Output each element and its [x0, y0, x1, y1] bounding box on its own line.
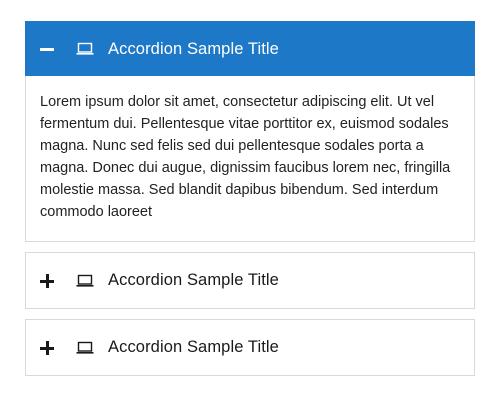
- accordion-header-3[interactable]: Accordion Sample Title: [26, 320, 474, 375]
- accordion-body-1: Lorem ipsum dolor sit amet, consectetur …: [25, 76, 475, 242]
- accordion-item-1: Accordion Sample Title Lorem ipsum dolor…: [25, 21, 475, 242]
- accordion-title-2: Accordion Sample Title: [108, 271, 279, 289]
- accordion-item-2: Accordion Sample Title: [25, 252, 475, 309]
- accordion-header-2[interactable]: Accordion Sample Title: [26, 253, 474, 308]
- minus-icon: [40, 42, 54, 56]
- plus-icon: [40, 340, 54, 355]
- laptop-icon: [76, 341, 94, 354]
- accordion-header-1[interactable]: Accordion Sample Title: [26, 22, 474, 76]
- plus-icon: [40, 273, 54, 288]
- accordion: Accordion Sample Title Lorem ipsum dolor…: [25, 21, 475, 386]
- accordion-title-1: Accordion Sample Title: [108, 39, 279, 58]
- accordion-item-3: Accordion Sample Title: [25, 319, 475, 376]
- accordion-title-3: Accordion Sample Title: [108, 338, 279, 356]
- laptop-icon: [76, 274, 94, 287]
- laptop-icon: [76, 42, 94, 55]
